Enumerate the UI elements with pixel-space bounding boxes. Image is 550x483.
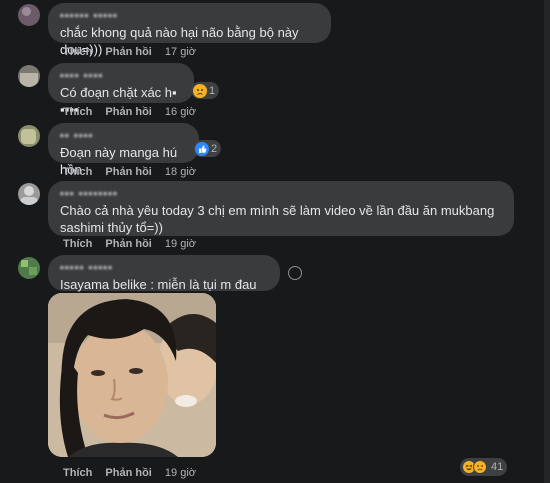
sad-icon	[473, 460, 487, 474]
reply-link[interactable]: Phản hồi	[105, 238, 151, 250]
comment-photo[interactable]	[48, 293, 216, 457]
comment-bubble: ▪▪ ▪▪▪▪ Đoạn này manga hú hồn	[48, 123, 199, 177]
comment-actions: Thích Phản hồi 17 giờ	[63, 46, 206, 58]
avatar[interactable]	[18, 183, 40, 205]
like-icon	[195, 141, 209, 156]
comment-bubble: ▪▪▪▪▪ ▪▪▪▪▪ Isayama belike : miễn là tụi…	[48, 255, 280, 309]
sad-icon	[193, 83, 207, 98]
comment-actions: Thích Phản hồi 19 giờ	[63, 467, 206, 479]
reaction-count: 1	[209, 84, 216, 97]
comment-author[interactable]: ▪▪▪▪ ▪▪▪▪	[60, 70, 182, 82]
reply-link[interactable]: Phản hồi	[105, 106, 151, 118]
comment-author[interactable]: ▪▪▪▪▪▪ ▪▪▪▪▪	[60, 10, 319, 22]
reply-link[interactable]: Phản hồi	[105, 46, 151, 58]
comment-author[interactable]: ▪▪▪ ▪▪▪▪▪▪▪▪	[60, 188, 502, 200]
reply-link[interactable]: Phản hồi	[105, 467, 151, 479]
like-link[interactable]: Thích	[63, 238, 92, 250]
comment-actions: Thích Phản hồi 18 giờ	[63, 166, 206, 178]
avatar[interactable]	[18, 257, 40, 279]
comment-text: Chào cả nhà yêu today 3 chị em mình sẽ l…	[60, 203, 495, 235]
reply-link[interactable]: Phản hồi	[105, 166, 151, 178]
comment-author[interactable]: ▪▪ ▪▪▪▪	[60, 130, 187, 142]
comment-thread: { "colors": { "background": "#18191a", "…	[0, 0, 550, 483]
comment-time[interactable]: 17 giờ	[165, 46, 196, 58]
reaction-summary[interactable]: 2	[193, 140, 222, 157]
comment-time[interactable]: 18 giờ	[165, 166, 196, 178]
like-link[interactable]: Thích	[63, 467, 92, 479]
like-link[interactable]: Thích	[63, 46, 92, 58]
scrollbar-track[interactable]	[544, 0, 550, 483]
comment-time[interactable]: 19 giờ	[165, 238, 196, 250]
comment-time[interactable]: 19 giờ	[165, 467, 196, 479]
avatar[interactable]	[18, 125, 40, 147]
like-link[interactable]: Thích	[63, 166, 92, 178]
avatar[interactable]	[18, 65, 40, 87]
reaction-count: 2	[211, 142, 218, 155]
add-reaction-icon[interactable]	[288, 266, 302, 280]
comment-bubble: ▪▪▪ ▪▪▪▪▪▪▪▪ Chào cả nhà yêu today 3 chị…	[48, 181, 514, 236]
comment-time[interactable]: 16 giờ	[165, 106, 196, 118]
comment-actions: Thích Phản hồi 16 giờ	[63, 106, 206, 118]
comment-author[interactable]: ▪▪▪▪▪ ▪▪▪▪▪	[60, 262, 268, 274]
avatar[interactable]	[18, 4, 40, 26]
comment-bubble: ▪▪▪▪▪▪ ▪▪▪▪▪ chắc khong quả nào hại não …	[48, 3, 331, 57]
comment-bubble: ▪▪▪▪ ▪▪▪▪ Có đoạn chặt xác h▪ ▪▪▪▪	[48, 63, 194, 117]
reaction-count: 41	[491, 461, 504, 473]
comment-actions: Thích Phản hồi 19 giờ	[63, 238, 206, 250]
reaction-summary[interactable]: 41	[460, 458, 508, 476]
reaction-summary[interactable]: 1	[191, 82, 220, 99]
like-link[interactable]: Thích	[63, 106, 92, 118]
